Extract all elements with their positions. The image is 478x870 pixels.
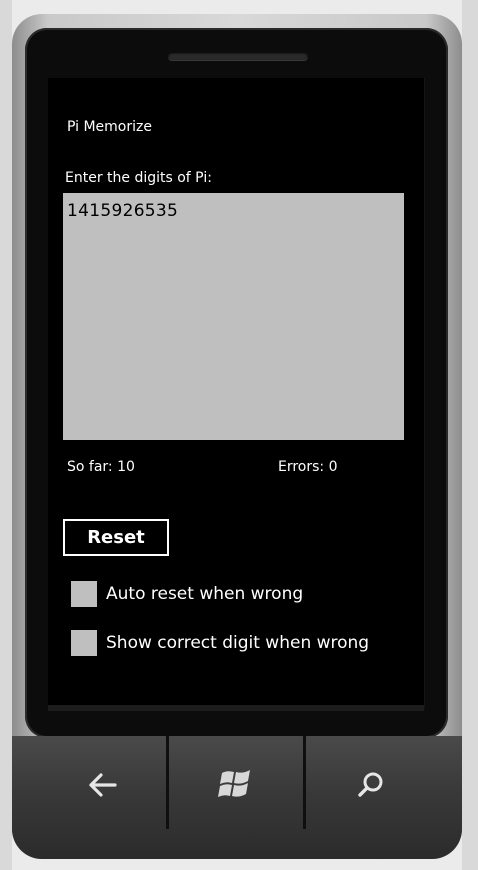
start-button[interactable] <box>181 755 291 815</box>
so-far-count: So far: 10 <box>67 459 135 475</box>
emulator-background-strip <box>0 0 12 870</box>
emulator-background-strip <box>462 0 478 870</box>
show-correct-digit-option[interactable]: Show correct digit when wrong <box>71 629 369 656</box>
show-correct-digit-checkbox[interactable] <box>71 629 97 656</box>
errors-count: Errors: 0 <box>278 459 338 475</box>
search-button[interactable] <box>316 755 426 815</box>
auto-reset-option[interactable]: Auto reset when wrong <box>71 580 303 607</box>
screen-bottom-edge <box>48 705 424 711</box>
nav-divider <box>166 736 169 829</box>
search-icon <box>358 772 383 797</box>
show-correct-digit-label: Show correct digit when wrong <box>106 632 370 653</box>
digits-input[interactable]: 1415926535 <box>63 193 404 440</box>
back-button[interactable] <box>48 755 158 815</box>
reset-button[interactable]: Reset <box>63 519 169 556</box>
app-title: Pi Memorize <box>67 119 152 135</box>
nav-divider <box>303 736 306 829</box>
back-arrow-icon <box>89 773 117 797</box>
earpiece-speaker <box>168 52 308 60</box>
auto-reset-checkbox[interactable] <box>71 580 97 607</box>
auto-reset-label: Auto reset when wrong <box>106 583 304 604</box>
digits-prompt-label: Enter the digits of Pi: <box>65 170 212 186</box>
windows-logo-icon <box>218 770 250 797</box>
